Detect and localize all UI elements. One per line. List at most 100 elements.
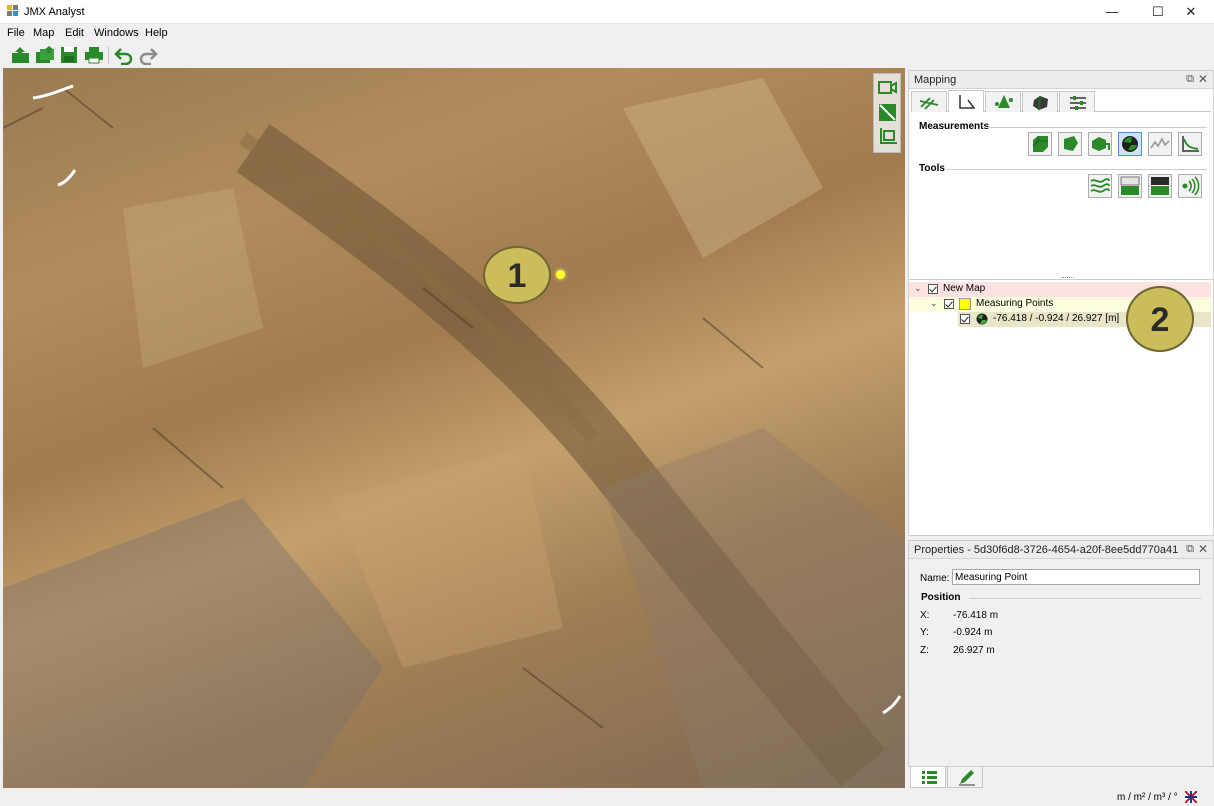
import-icon[interactable] [35,45,57,65]
surface-measure-icon [1092,137,1110,151]
callout-1: 1 [483,246,551,304]
close-button[interactable]: ✕ [1168,0,1214,24]
open-icon[interactable] [10,45,32,65]
tab-list[interactable] [910,767,946,788]
structure-icon [919,97,939,110]
z-value: 26.927 m [953,645,995,656]
menu-map[interactable]: Map [33,27,54,39]
point-measure-button[interactable] [1118,132,1142,156]
toolbar-separator [108,46,109,64]
menu-bar: File Map Edit Windows Help [0,24,1214,42]
layers-icon [1090,178,1110,193]
divider [987,127,1207,128]
surface-measure-button[interactable] [1088,132,1112,156]
profile-measure-button[interactable] [1148,132,1172,156]
menu-windows[interactable]: Windows [94,27,139,39]
mapping-panel-title: Mapping [914,74,957,86]
divider [947,169,1207,170]
root-checkbox[interactable] [928,284,938,294]
section-icon[interactable] [877,102,898,123]
point-measure-icon [1122,136,1138,152]
area-measure-icon [1064,136,1078,151]
volume-icon [1033,95,1048,111]
list-icon [922,771,937,784]
title-bar: JMX Analyst — ☐ ✕ [0,0,1214,24]
y-label: Y: [920,627,929,638]
app-logo-icon [7,5,21,19]
layers-button[interactable] [1088,174,1112,198]
tab-settings[interactable] [1059,91,1095,112]
tab-points[interactable] [985,91,1021,112]
camera-icon[interactable] [877,77,898,98]
expand-arrow-icon[interactable]: ⌄ [930,298,938,309]
tab-measure[interactable] [948,90,984,112]
undo-icon[interactable] [113,45,135,66]
distance-measure-button[interactable] [1178,132,1202,156]
float-panel-icon[interactable]: ⧉ [1186,73,1194,86]
expand-arrow-icon[interactable]: ⌄ [914,283,922,294]
group-checkbox[interactable] [944,299,954,309]
app-title: JMX Analyst [24,6,85,18]
group-label: Measuring Points [976,298,1054,309]
settings-icon [1070,96,1086,110]
position-label: Position [921,592,961,603]
menu-edit[interactable]: Edit [65,27,84,39]
print-icon[interactable] [83,45,105,65]
measurements-label: Measurements [919,121,990,132]
item-label: -76.418 / -0.924 / 26.927 [m] [993,313,1120,324]
divider [969,598,1201,599]
close-panel-icon[interactable]: ✕ [1198,72,1208,86]
float-panel-icon[interactable]: ⧉ [1186,543,1194,556]
y-value: -0.924 m [953,627,993,638]
name-field[interactable] [952,569,1200,585]
3d-viewport[interactable]: 1 [3,68,905,788]
root-label: New Map [943,283,986,294]
tab-volume[interactable] [1022,91,1058,112]
view-tools-panel [873,73,901,153]
properties-panel: Properties - 5d30f6d8-3726-4654-a20f-8ee… [908,540,1214,788]
close-panel-icon[interactable]: ✕ [1198,542,1208,556]
main-toolbar [0,42,1214,68]
menu-file[interactable]: File [7,27,25,39]
area-measure-button[interactable] [1058,132,1082,156]
cut-lower-icon [1120,176,1140,195]
status-bar: m / m² / m³ / ° [0,788,1214,806]
tools-label: Tools [919,163,945,174]
crop-icon[interactable] [877,127,898,148]
panel-splitter[interactable] [1062,277,1074,279]
minimize-button[interactable]: — [1089,0,1135,24]
group-color-swatch[interactable] [959,298,971,310]
x-value: -76.418 m [953,610,999,621]
menu-help[interactable]: Help [145,27,168,39]
cut-upper-button[interactable] [1148,174,1172,198]
units-display: m / m² / m³ / ° [1117,792,1178,803]
measuring-point-marker[interactable] [556,270,565,279]
z-label: Z: [920,645,929,656]
redo-icon[interactable] [137,45,159,66]
cut-lower-button[interactable] [1118,174,1142,198]
wave-button[interactable] [1178,174,1202,198]
name-label: Name: [920,573,950,584]
x-label: X: [920,610,930,621]
properties-panel-title: Properties - 5d30f6d8-3726-4654-a20f-8ee… [914,544,1179,556]
cut-upper-icon [1151,177,1169,195]
points-icon [995,95,1013,108]
bottom-dock-tabs [908,766,1214,788]
properties-panel-header: Properties - 5d30f6d8-3726-4654-a20f-8ee… [909,541,1213,559]
point-icon [976,313,988,328]
measure-icon [959,95,976,109]
item-checkbox[interactable] [960,314,970,324]
callout-2: 2 [1126,286,1194,352]
mapping-tabs [911,90,1211,112]
tab-structure[interactable] [911,91,947,112]
save-icon[interactable] [59,45,81,65]
volume-measure-button[interactable] [1028,132,1052,156]
flag-icon[interactable] [1184,790,1198,806]
edit-icon [959,770,975,786]
volume-measure-icon [1032,136,1048,152]
rock-surface-texture [3,78,905,788]
mapping-panel-header: Mapping ⧉ ✕ [909,71,1213,89]
distance-measure-icon [1182,136,1199,152]
profile-measure-icon [1150,137,1170,149]
tab-edit[interactable] [947,767,983,788]
